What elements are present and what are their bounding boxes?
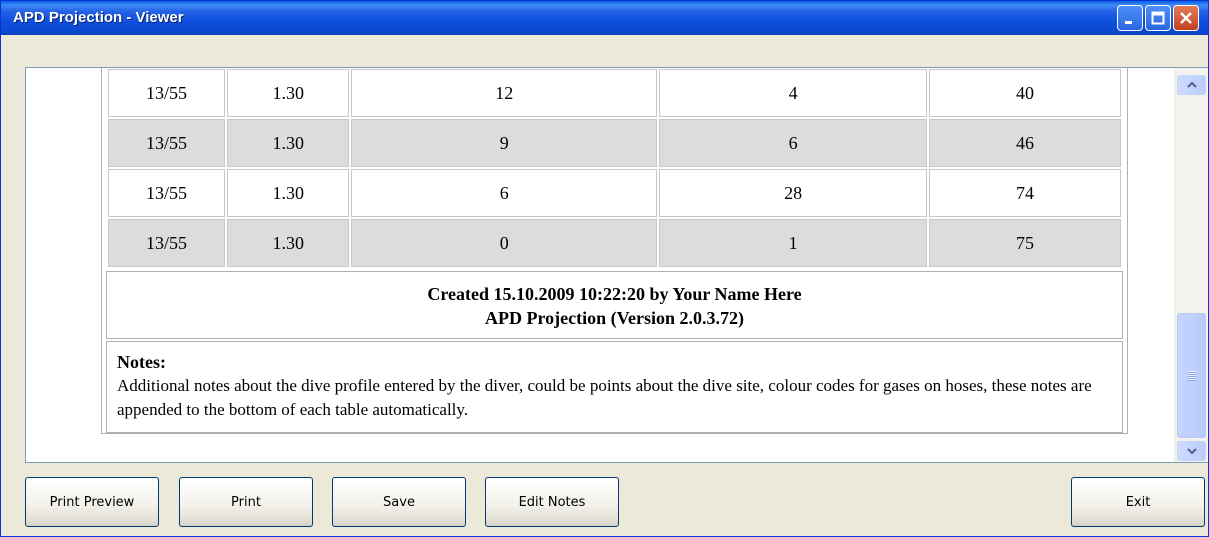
table-cell: 6 [351,169,658,217]
minimize-button[interactable] [1117,5,1143,31]
table-cell: 13/55 [108,219,226,267]
notes-title: Notes: [117,352,166,372]
viewer-window: APD Projection - Viewer 13/55 1.30 12 4 40 13… [0,0,1209,537]
grip-icon [1187,370,1196,381]
chevron-down-icon [1186,448,1197,455]
table-row: 13/55 1.30 12 4 40 [108,69,1121,117]
maximize-button[interactable] [1145,5,1171,31]
table-cell: 1.30 [227,119,350,167]
scroll-down-button[interactable] [1177,441,1206,461]
table-cell: 12 [351,69,658,117]
version-line: APD Projection (Version 2.0.3.72) [485,308,744,328]
table-cell: 1.30 [227,169,350,217]
table-cell: 13/55 [108,119,226,167]
table-cell: 1.30 [227,69,350,117]
dive-table: 13/55 1.30 12 4 40 13/55 1.30 9 6 46 13/55 1.30 6 28 7… [106,68,1123,269]
scroll-thumb[interactable] [1177,313,1206,438]
report: 13/55 1.30 12 4 40 13/55 1.30 9 6 46 13/55 1.30 6 28 7… [101,68,1128,434]
print-preview-button[interactable]: Print Preview [25,477,159,527]
table-cell: 40 [929,69,1121,117]
created-footer: Created 15.10.2009 10:22:20 by Your Name… [106,271,1123,339]
table-cell: 74 [929,169,1121,217]
vertical-scrollbar[interactable] [1174,68,1208,462]
close-button[interactable] [1173,5,1199,31]
table-cell: 28 [659,169,928,217]
print-button[interactable]: Print [179,477,313,527]
document-viewport: 13/55 1.30 12 4 40 13/55 1.30 9 6 46 13/55 1.30 6 28 7… [26,68,1174,462]
maximize-icon [1151,11,1165,25]
document-view[interactable]: 13/55 1.30 12 4 40 13/55 1.30 9 6 46 13/55 1.30 6 28 7… [25,67,1208,463]
table-cell: 46 [929,119,1121,167]
data-table-frame: 13/55 1.30 12 4 40 13/55 1.30 9 6 46 13/55 1.30 6 28 7… [101,68,1128,434]
table-cell: 1.30 [227,219,350,267]
notes-section: Notes: Additional notes about the dive p… [106,341,1123,433]
table-cell: 4 [659,69,928,117]
save-button[interactable]: Save [332,477,466,527]
title-bar[interactable]: APD Projection - Viewer [1,1,1208,35]
minimize-icon [1125,21,1132,24]
exit-button[interactable]: Exit [1071,477,1205,527]
chevron-up-icon [1186,81,1197,88]
table-cell: 13/55 [108,69,226,117]
notes-text: Additional notes about the dive profile … [117,376,1092,419]
close-icon [1180,12,1192,24]
table-row: 13/55 1.30 6 28 74 [108,169,1121,217]
table-row: 13/55 1.30 9 6 46 [108,119,1121,167]
window-title: APD Projection - Viewer [13,9,184,26]
table-cell: 1 [659,219,928,267]
table-cell: 13/55 [108,169,226,217]
created-line: Created 15.10.2009 10:22:20 by Your Name… [427,284,802,304]
table-cell: 75 [929,219,1121,267]
table-cell: 0 [351,219,658,267]
edit-notes-button[interactable]: Edit Notes [485,477,619,527]
scroll-up-button[interactable] [1177,75,1206,95]
table-cell: 6 [659,119,928,167]
table-cell: 9 [351,119,658,167]
table-row: 13/55 1.30 0 1 75 [108,219,1121,267]
